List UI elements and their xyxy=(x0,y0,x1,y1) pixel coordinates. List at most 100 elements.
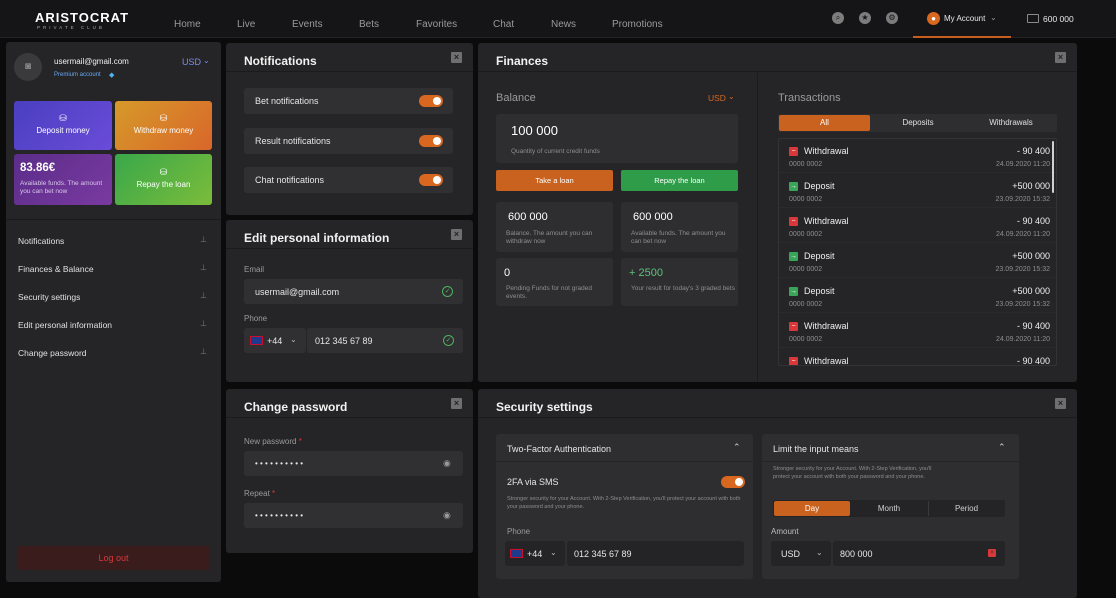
repeat-password-label: Repeat * xyxy=(244,489,276,498)
pin-icon[interactable]: ⊥ xyxy=(200,263,207,272)
pin-icon[interactable]: ⊥ xyxy=(200,291,207,300)
repay-icon: ⛁ xyxy=(159,167,168,177)
phone-field[interactable]: 012 345 67 89 ✓ xyxy=(306,328,463,353)
withdraw-icon: ⛁ xyxy=(159,113,168,123)
transaction-row[interactable]: − Withdrawal - 90 400 0000 0002 24.09.2020 1… xyxy=(779,139,1056,173)
transaction-type: Deposit xyxy=(804,251,835,261)
header-balance[interactable]: 600 000 xyxy=(1043,14,1074,24)
repeat-password-field[interactable]: • • • • • • • • • • ◉ xyxy=(244,503,463,528)
nav-home[interactable]: Home xyxy=(174,19,201,30)
currency-value: USD xyxy=(781,549,801,559)
tfa-phone-field[interactable]: 012 345 67 89 xyxy=(567,541,744,566)
transactions-list: − Withdrawal - 90 400 0000 0002 24.09.2020 1… xyxy=(778,138,1057,366)
transaction-amount: +500 000 xyxy=(1012,251,1050,261)
tab-all[interactable]: All xyxy=(779,115,870,131)
transaction-row[interactable]: − Withdrawal - 90 400 0000 0002 24.09.2020 1… xyxy=(779,314,1056,348)
transaction-amount: - 90 400 xyxy=(1016,356,1050,366)
email-field[interactable]: usermail@gmail.com ✓ xyxy=(244,279,463,304)
transaction-amount: - 90 400 xyxy=(1016,216,1050,226)
nav-bets[interactable]: Bets xyxy=(359,19,379,30)
menu-item-notifications[interactable]: Notifications xyxy=(18,236,64,246)
transaction-amount: - 90 400 xyxy=(1016,146,1050,156)
tab-deposits[interactable]: Deposits xyxy=(872,115,964,131)
currency-select[interactable]: USD xyxy=(182,57,201,67)
funds-note: Available funds. The amount you can bet … xyxy=(20,180,103,195)
sms-desc: Stronger security for your Account. With… xyxy=(507,496,741,510)
transaction-row[interactable]: → Deposit +500 000 0000 0002 23.09.2020 15:3… xyxy=(779,279,1056,313)
pin-icon[interactable]: ⊥ xyxy=(200,347,207,356)
menu-item-security[interactable]: Security settings xyxy=(18,292,80,302)
stat-result: + 2500 Your result for today's 3 graded … xyxy=(621,258,738,306)
close-icon[interactable]: × xyxy=(1055,398,1066,409)
country-code-select[interactable]: +44 ⌄ xyxy=(244,328,306,353)
stat-note: Pending Funds for not graded events. xyxy=(506,285,593,300)
repay-loan-card[interactable]: ⛁ Repay the loan xyxy=(115,154,212,205)
chevron-down-icon: ⌄ xyxy=(728,92,735,101)
tab-period[interactable]: Period xyxy=(928,501,1004,516)
scrollbar[interactable] xyxy=(1052,141,1054,193)
transaction-type: Withdrawal xyxy=(804,356,849,366)
chevron-up-icon[interactable]: ⌃ xyxy=(998,442,1006,453)
nav-events[interactable]: Events xyxy=(292,19,323,30)
bet-notifications-toggle[interactable] xyxy=(419,95,443,107)
nav-news[interactable]: News xyxy=(551,19,576,30)
funds-value: 83.86€ xyxy=(20,162,56,174)
withdrawal-icon: − xyxy=(789,147,798,156)
transaction-row[interactable]: → Deposit +500 000 0000 0002 23.09.2020 15:3… xyxy=(779,174,1056,208)
row-label: Bet notifications xyxy=(255,96,319,106)
camera-icon[interactable]: ◙ xyxy=(14,53,42,81)
deposit-money-card[interactable]: ⛁ Deposit money xyxy=(14,101,112,150)
tfa-title: Two-Factor Authentication xyxy=(507,444,612,454)
security-panel: Security settings × Two-Factor Authentic… xyxy=(478,389,1077,598)
amount-field[interactable]: 800 000 × xyxy=(833,541,1005,566)
close-icon[interactable]: × xyxy=(451,52,462,63)
logout-button[interactable]: Log out xyxy=(17,546,210,570)
repay-loan-button[interactable]: Repay the loan xyxy=(621,170,738,191)
balance-currency-select[interactable]: USD xyxy=(708,93,726,103)
stat-note: Your result for today's 3 graded bets xyxy=(631,285,735,292)
nav-favorites[interactable]: Favorites xyxy=(416,19,457,30)
balance-label: Balance xyxy=(496,92,536,104)
transaction-datetime: 24.09.2020 11:20 xyxy=(996,161,1050,168)
tab-month[interactable]: Month xyxy=(851,501,927,516)
result-notifications-toggle[interactable] xyxy=(419,135,443,147)
star-icon[interactable]: ★ xyxy=(859,12,871,24)
chat-notifications-toggle[interactable] xyxy=(419,174,443,186)
country-code-select[interactable]: +44 ⌄ xyxy=(505,541,565,566)
nav-chat[interactable]: Chat xyxy=(493,19,514,30)
transactions-label: Transactions xyxy=(778,92,841,104)
menu-item-password[interactable]: Change password xyxy=(18,348,87,358)
search-icon[interactable]: ⌕ xyxy=(832,12,844,24)
menu-item-finances[interactable]: Finances & Balance xyxy=(18,264,94,274)
transaction-row[interactable]: − Withdrawal - 90 400 xyxy=(779,349,1056,366)
take-loan-button[interactable]: Take a loan xyxy=(496,170,613,191)
eye-icon[interactable]: ◉ xyxy=(443,458,451,469)
withdraw-money-card[interactable]: ⛁ Withdraw money xyxy=(115,101,212,150)
sms-2fa-toggle[interactable] xyxy=(721,476,745,488)
tab-day[interactable]: Day xyxy=(774,501,850,516)
limit-input-box: Limit the input means ⌃ Stronger securit… xyxy=(762,434,1019,579)
eye-icon[interactable]: ◉ xyxy=(443,510,451,521)
clear-icon[interactable]: × xyxy=(988,549,996,557)
credit-funds-box: 100 000 Quantity of current credit funds xyxy=(496,114,738,163)
transaction-datetime: 23.09.2020 15:32 xyxy=(995,301,1051,308)
gear-icon[interactable]: ⚙ xyxy=(886,12,898,24)
tab-withdrawals[interactable]: Withdrawals xyxy=(965,115,1057,131)
nav-promotions[interactable]: Promotions xyxy=(612,19,663,30)
chevron-up-icon[interactable]: ⌃ xyxy=(733,442,741,453)
transaction-row[interactable]: → Deposit +500 000 0000 0002 23.09.2020 15:3… xyxy=(779,244,1056,278)
amount-currency-select[interactable]: USD ⌄ xyxy=(771,541,831,566)
pin-icon[interactable]: ⊥ xyxy=(200,319,207,328)
transaction-row[interactable]: − Withdrawal - 90 400 0000 0002 24.09.2020 1… xyxy=(779,209,1056,243)
close-icon[interactable]: × xyxy=(451,398,462,409)
brand-logo[interactable]: ARISTOCRAT PRIVATE CLUB xyxy=(35,11,129,30)
repay-label: Repay the loan xyxy=(136,180,191,189)
transaction-id: 0000 0002 xyxy=(789,266,823,273)
new-password-field[interactable]: • • • • • • • • • • ◉ xyxy=(244,451,463,476)
nav-live[interactable]: Live xyxy=(237,19,255,30)
close-icon[interactable]: × xyxy=(1055,52,1066,63)
close-icon[interactable]: × xyxy=(451,229,462,240)
pin-icon[interactable]: ⊥ xyxy=(200,235,207,244)
my-account-menu[interactable]: ● My Account ⌄ xyxy=(913,0,1011,38)
menu-item-personal[interactable]: Edit personal information xyxy=(18,320,112,330)
